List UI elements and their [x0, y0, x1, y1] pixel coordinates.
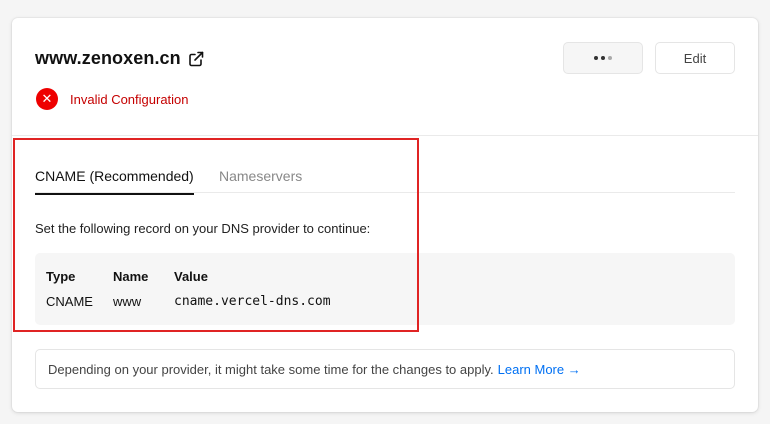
- status-row: ✕ Invalid Configuration: [36, 88, 189, 110]
- x-circle-icon: ✕: [36, 88, 58, 110]
- edit-button[interactable]: Edit: [655, 42, 735, 74]
- domain-name[interactable]: www.zenoxen.cn: [35, 48, 181, 69]
- tab-nameservers[interactable]: Nameservers: [219, 168, 302, 184]
- external-link-icon[interactable]: [187, 50, 205, 68]
- more-options-button[interactable]: [563, 42, 643, 74]
- header-type: Type: [46, 269, 76, 284]
- record-type: CNAME: [46, 294, 93, 309]
- header-name: Name: [113, 269, 149, 284]
- dns-record-table: Type Name Value CNAME www cname.vercel-d…: [35, 253, 735, 325]
- tab-cname[interactable]: CNAME (Recommended): [35, 168, 194, 195]
- domain-row: www.zenoxen.cn: [35, 48, 205, 69]
- instruction-text: Set the following record on your DNS pro…: [35, 221, 371, 236]
- record-tabs: CNAME (Recommended) Nameservers: [35, 158, 735, 195]
- propagation-note: Depending on your provider, it might tak…: [35, 349, 735, 389]
- domain-header: www.zenoxen.cn ✕ Invalid Configuration E…: [12, 18, 758, 136]
- record-value[interactable]: cname.vercel-dns.com: [174, 294, 331, 309]
- learn-more-link[interactable]: Learn More →: [498, 362, 581, 377]
- more-dots-icon: [594, 56, 612, 60]
- record-name: www: [113, 294, 142, 309]
- header-value: Value: [174, 269, 208, 284]
- note-text: Depending on your provider, it might tak…: [48, 361, 494, 377]
- status-text: Invalid Configuration: [70, 91, 189, 107]
- domain-card: www.zenoxen.cn ✕ Invalid Configuration E…: [12, 18, 758, 412]
